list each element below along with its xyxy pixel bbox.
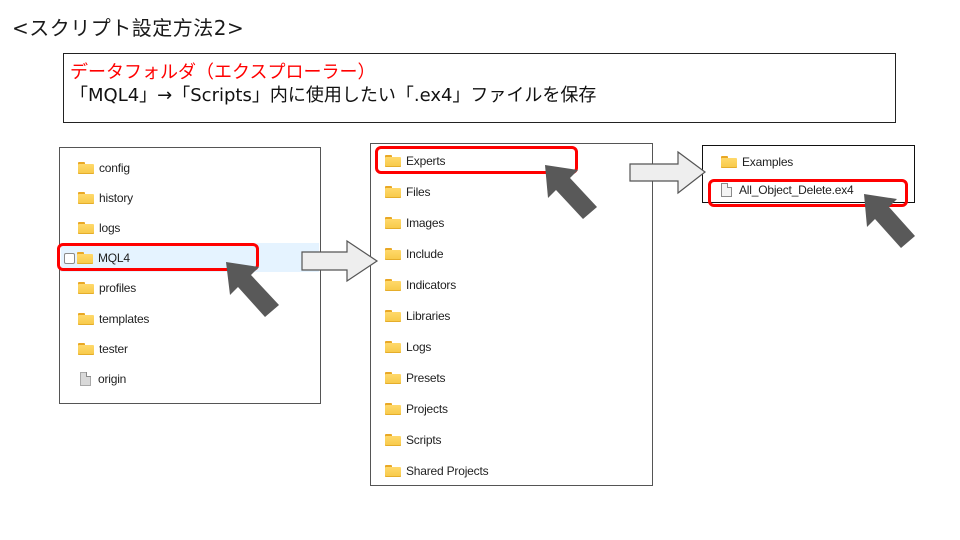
item-label: Include xyxy=(406,247,444,261)
slide-title: <スクリプト設定方法2> xyxy=(12,16,245,40)
item-label: Files xyxy=(406,185,431,199)
list-item-tester[interactable]: tester xyxy=(78,338,128,360)
folder-icon xyxy=(385,279,401,291)
item-label: Libraries xyxy=(406,309,451,323)
list-item-logs[interactable]: Logs xyxy=(385,336,431,358)
list-item-shared-projects[interactable]: Shared Projects xyxy=(385,460,489,482)
list-item-libraries[interactable]: Libraries xyxy=(385,305,450,327)
folder-icon xyxy=(721,156,737,168)
folder-icon xyxy=(385,372,401,384)
list-item-indicators[interactable]: Indicators xyxy=(385,274,456,296)
folder-icon xyxy=(385,465,401,477)
item-label: Indicators xyxy=(406,278,457,292)
folder-icon xyxy=(385,248,401,260)
list-item-scripts[interactable]: Scripts xyxy=(385,429,441,451)
item-label: config xyxy=(99,161,130,175)
item-label: profiles xyxy=(99,281,137,295)
list-item-logs[interactable]: logs xyxy=(78,217,120,239)
item-label: tester xyxy=(99,342,128,356)
folder-icon xyxy=(385,186,401,198)
highlight-mql4 xyxy=(57,243,259,271)
folder-icon xyxy=(385,434,401,446)
item-label: Images xyxy=(406,216,445,230)
highlight-ex4-file xyxy=(708,179,908,207)
item-label: logs xyxy=(99,221,121,235)
list-item-templates[interactable]: templates xyxy=(78,308,149,330)
item-label: templates xyxy=(99,312,150,326)
item-label: Shared Projects xyxy=(406,464,489,478)
instruction-heading: データフォルダ（エクスプローラー） xyxy=(70,62,376,83)
item-label: history xyxy=(99,191,133,205)
item-label: Projects xyxy=(406,402,448,416)
explorer-panel-mql4: Experts Files Images Include Indicators … xyxy=(370,143,653,486)
list-item-origin[interactable]: origin xyxy=(78,368,126,390)
item-label: Logs xyxy=(406,340,432,354)
list-item-config[interactable]: config xyxy=(78,157,130,179)
instruction-text: 「MQL4」→「Scripts」内に使用したい「.ex4」ファイルを保存 xyxy=(70,85,597,106)
list-item-images[interactable]: Images xyxy=(385,212,444,234)
folder-icon xyxy=(385,217,401,229)
folder-icon xyxy=(78,343,94,355)
list-item-include[interactable]: Include xyxy=(385,243,443,265)
list-item-history[interactable]: history xyxy=(78,187,133,209)
folder-icon xyxy=(78,192,94,204)
folder-icon xyxy=(385,310,401,322)
item-label: Scripts xyxy=(406,433,442,447)
folder-icon xyxy=(78,222,94,234)
folder-icon xyxy=(78,162,94,174)
file-icon xyxy=(80,372,91,386)
folder-icon xyxy=(78,313,94,325)
item-label: origin xyxy=(98,372,127,386)
item-label: Presets xyxy=(406,371,446,385)
folder-icon xyxy=(78,282,94,294)
list-item-examples[interactable]: Examples xyxy=(721,151,793,173)
list-item-presets[interactable]: Presets xyxy=(385,367,445,389)
list-item-profiles[interactable]: profiles xyxy=(78,277,136,299)
folder-icon xyxy=(385,341,401,353)
list-item-files[interactable]: Files xyxy=(385,181,431,203)
highlight-experts xyxy=(375,146,578,174)
instruction-box: データフォルダ（エクスプローラー） 「MQL4」→「Scripts」内に使用した… xyxy=(63,53,896,123)
explorer-panel-data-folder: config history logs MQL4 profiles templa… xyxy=(59,147,321,404)
folder-icon xyxy=(385,403,401,415)
list-item-projects[interactable]: Projects xyxy=(385,398,448,420)
item-label: Examples xyxy=(742,155,794,169)
